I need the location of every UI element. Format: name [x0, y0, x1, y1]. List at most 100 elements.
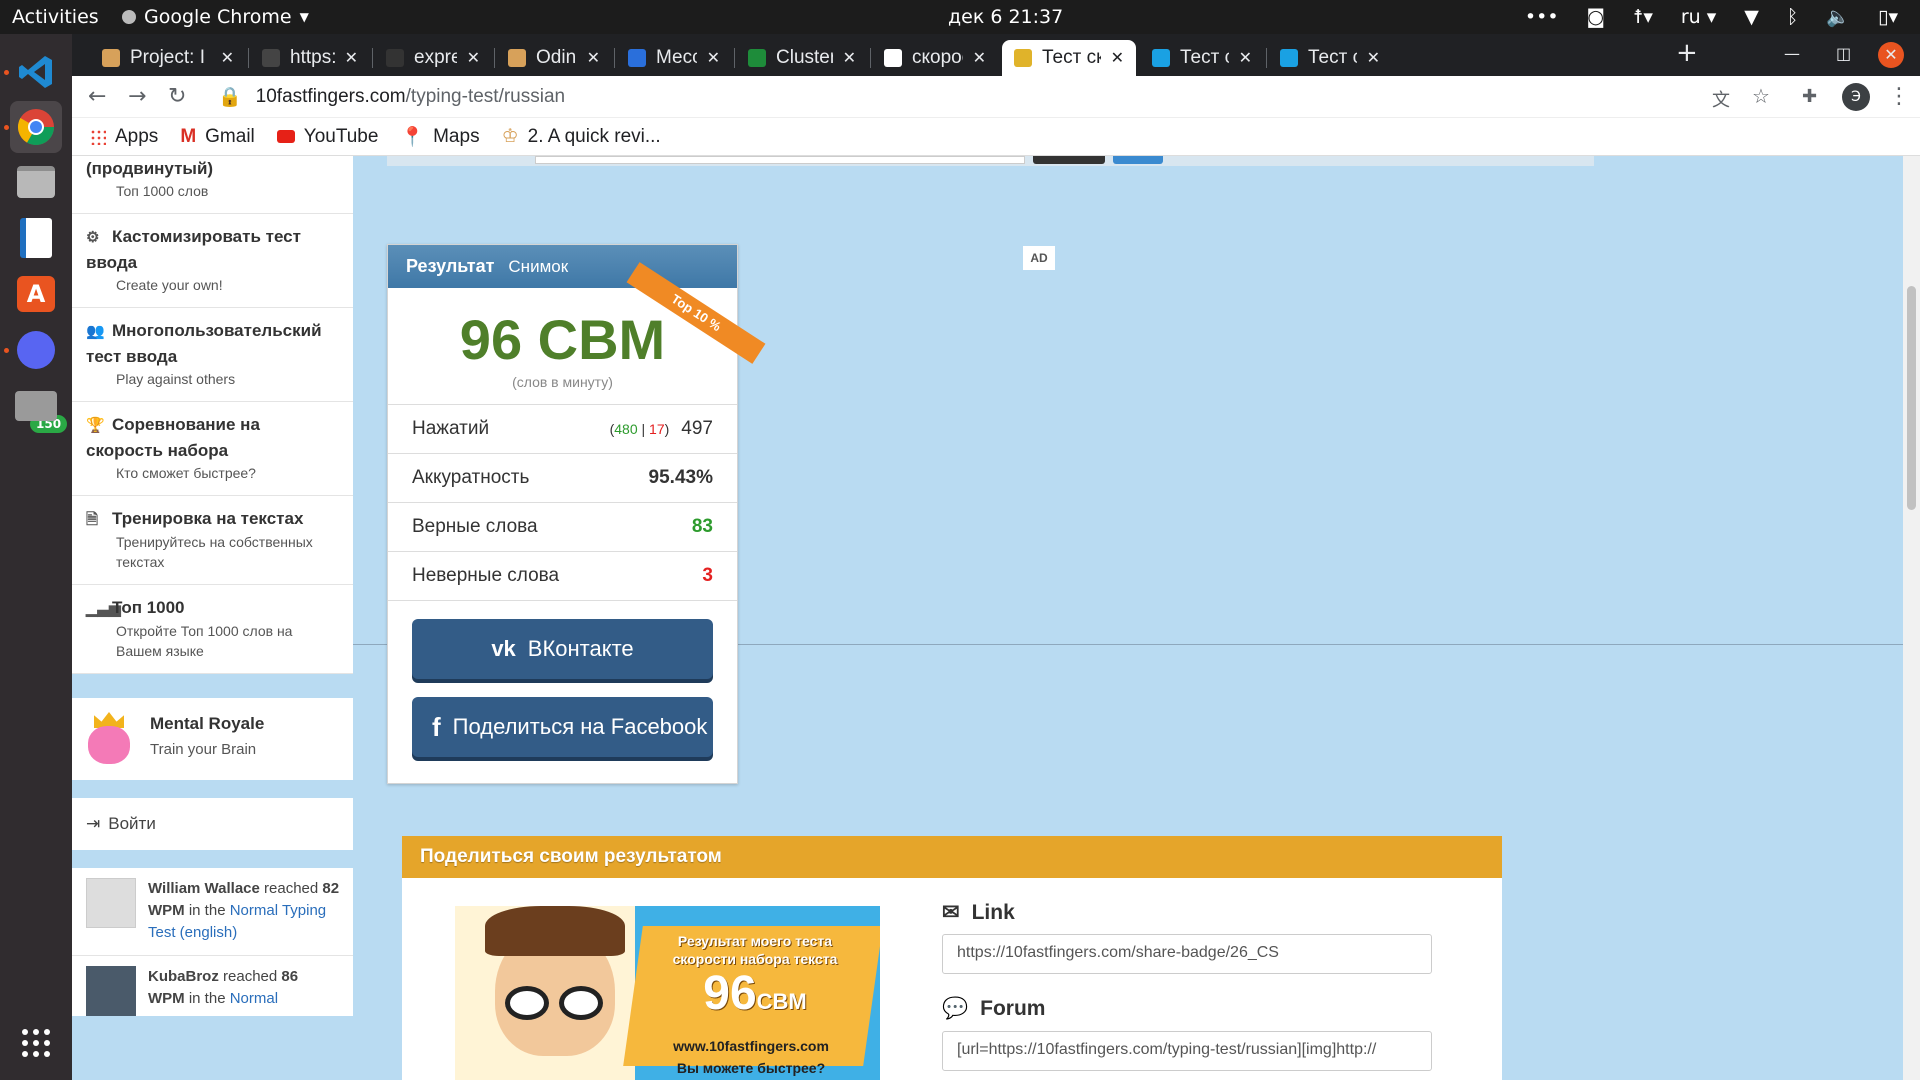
tab-5[interactable]: Cluster0 ✕	[736, 40, 868, 76]
vscode-icon[interactable]	[10, 46, 62, 98]
correct-words-value: 83	[691, 516, 713, 537]
tab-favicon-icon	[262, 49, 280, 67]
address-bar[interactable]: 🔒 10fastfingers.com /typing-test/russian	[204, 81, 1794, 113]
wpm-caption: (слов в минуту)	[388, 374, 737, 405]
sidebar-item-top1000[interactable]: ▁▃▅Топ 1000 Откройте Топ 1000 слов на Ва…	[72, 585, 353, 674]
tab-title: express-p	[414, 47, 457, 68]
menu-icon[interactable]: ⋮	[1888, 84, 1910, 109]
maps-icon: 📍	[400, 126, 425, 148]
mental-royale-card[interactable]: Mental Royale Train your Brain	[72, 698, 353, 780]
sidebar-item-text-practice[interactable]: 🗎 Тренировка на текстах Тренируйтесь на с…	[72, 496, 353, 585]
tab-close-icon[interactable]: ✕	[467, 48, 480, 68]
battery-icon[interactable]: ▯▾	[1878, 6, 1898, 28]
translate-icon[interactable]: 文	[1712, 86, 1730, 112]
bookmark-star-icon[interactable]: ☆	[1752, 84, 1770, 108]
tab-snapshot[interactable]: Снимок	[508, 257, 568, 277]
url-path: /typing-test/russian	[405, 86, 566, 107]
bookmark-maps[interactable]: 📍 Maps	[400, 125, 479, 149]
sidebar-item-multiplayer[interactable]: 👥 Многопользовательский тест ввода Play a…	[72, 308, 353, 402]
tab-close-icon[interactable]: ✕	[221, 48, 234, 68]
result-card: Результат Снимок Top 10 % 96 СВМ (слов в…	[387, 244, 766, 784]
result-badge-image[interactable]: Результат моего теста скорости набора те…	[455, 906, 880, 1080]
discord-tray-icon[interactable]: ◙	[1587, 6, 1605, 28]
tab-favicon-icon	[884, 49, 902, 67]
youtube-icon	[276, 130, 295, 143]
bookmark-apps[interactable]: Apps	[90, 126, 158, 148]
users-icon: 👥	[86, 323, 105, 340]
share-vk-button[interactable]: vk ВКонтакте	[412, 619, 713, 679]
tab-9[interactable]: Тест скор ✕	[1268, 40, 1392, 76]
bookmark-youtube[interactable]: YouTube	[276, 126, 378, 148]
lock-icon[interactable]: 🔒	[218, 85, 242, 109]
tab-4[interactable]: Мессенд ✕	[616, 40, 732, 76]
tab-separator	[372, 48, 373, 68]
chevron-down-icon: ▼	[299, 10, 309, 24]
sidebar-item-competition[interactable]: 🏆 Соревнование на скорость набора Кто смо…	[72, 402, 353, 496]
profile-avatar[interactable]: Э	[1842, 83, 1870, 111]
minimize-button[interactable]: —	[1784, 44, 1800, 63]
tab-close-icon[interactable]: ✕	[345, 48, 358, 68]
keyboard-layout[interactable]: ru ▾	[1681, 6, 1716, 28]
share-facebook-button[interactable]: f Поделиться на Facebook	[412, 697, 713, 757]
app-menu[interactable]: Google Chrome ▼	[122, 6, 309, 28]
scrollbar-thumb[interactable]	[1907, 286, 1916, 510]
tab-0[interactable]: Project: I ✕	[90, 40, 246, 76]
reload-icon[interactable]: ↻	[168, 84, 186, 109]
tab-2[interactable]: express-p ✕	[374, 40, 492, 76]
tab-result[interactable]: Результат	[406, 256, 494, 277]
tab-close-icon[interactable]: ✕	[973, 48, 986, 68]
bookmark-gmail[interactable]: M Gmail	[180, 126, 254, 148]
tab-7[interactable]: Тест скор ✕	[1002, 40, 1136, 76]
signal-icon: ▁▃▅	[86, 600, 121, 617]
activities-button[interactable]: Activities	[12, 6, 99, 28]
extensions-icon[interactable]: ✚	[1802, 86, 1817, 107]
keystrokes-total: 497	[681, 418, 713, 439]
accessibility-icon[interactable]: ☨▾	[1633, 6, 1653, 28]
chrome-dock-icon[interactable]	[10, 101, 62, 153]
writer-icon[interactable]	[10, 212, 62, 264]
keystrokes-row: Нажатий (480 | 17) 497	[388, 405, 737, 454]
test-link[interactable]: Normal	[230, 990, 278, 1007]
more-icon[interactable]: •••	[1525, 6, 1559, 28]
facebook-icon: f	[432, 711, 441, 742]
back-icon[interactable]: ←	[88, 84, 106, 109]
share-link-field[interactable]: https://10fastfingers.com/share-badge/26…	[942, 934, 1432, 974]
bookmark-odin[interactable]: ♔ 2. A quick revi...	[502, 125, 661, 148]
files-icon[interactable]	[10, 156, 62, 208]
forum-code-field[interactable]: [url=https://10fastfingers.com/typing-te…	[942, 1031, 1432, 1071]
tab-6[interactable]: скорость ✕	[872, 40, 998, 76]
new-tab-button[interactable]: +	[1676, 38, 1698, 68]
tab-close-icon[interactable]: ✕	[1367, 48, 1380, 68]
tab-1[interactable]: https://ra ✕	[250, 40, 370, 76]
document-icon: 🗎	[86, 511, 99, 528]
tab-close-icon[interactable]: ✕	[1111, 48, 1124, 68]
share-result-box: Поделиться своим результатом Результат м…	[402, 836, 1502, 1080]
tab-separator	[870, 48, 871, 68]
software-center-icon[interactable]: A	[10, 268, 62, 320]
tab-favicon-icon	[508, 49, 526, 67]
wifi-icon[interactable]: ▼	[1744, 6, 1759, 28]
tab-close-icon[interactable]: ✕	[1239, 48, 1252, 68]
tab-separator	[614, 48, 615, 68]
tab-8[interactable]: Тест скор ✕	[1140, 40, 1264, 76]
wrong-words-row: Неверные слова 3	[388, 552, 737, 601]
discord-icon[interactable]	[10, 324, 62, 376]
tab-close-icon[interactable]: ✕	[843, 48, 856, 68]
page-scrollbar[interactable]	[1903, 156, 1920, 1080]
login-link[interactable]: ⇥ Войти	[72, 798, 353, 850]
tab-close-icon[interactable]: ✕	[707, 48, 720, 68]
close-window-button[interactable]: ✕	[1878, 42, 1904, 68]
tab-close-icon[interactable]: ✕	[587, 48, 600, 68]
maximize-button[interactable]: ◫	[1836, 44, 1851, 63]
bluetooth-icon[interactable]: ᛒ	[1787, 6, 1798, 28]
tab-3[interactable]: Odin Mar ✕	[496, 40, 612, 76]
clock[interactable]: дек 6 21:37	[948, 6, 1063, 28]
forward-icon[interactable]: →	[128, 84, 146, 109]
accuracy-row: Аккуратность 95.43%	[388, 454, 737, 503]
drive-icon[interactable]	[10, 380, 62, 432]
sidebar-item-advanced[interactable]: (продвинутый) Топ 1000 слов	[72, 156, 353, 214]
sidebar-item-custom-test[interactable]: ⚙ Кастомизировать тест ввода Create your …	[72, 214, 353, 308]
show-apps-icon[interactable]	[10, 1017, 62, 1069]
cogs-icon: ⚙	[86, 229, 100, 246]
volume-icon[interactable]: 🔈	[1826, 5, 1850, 28]
